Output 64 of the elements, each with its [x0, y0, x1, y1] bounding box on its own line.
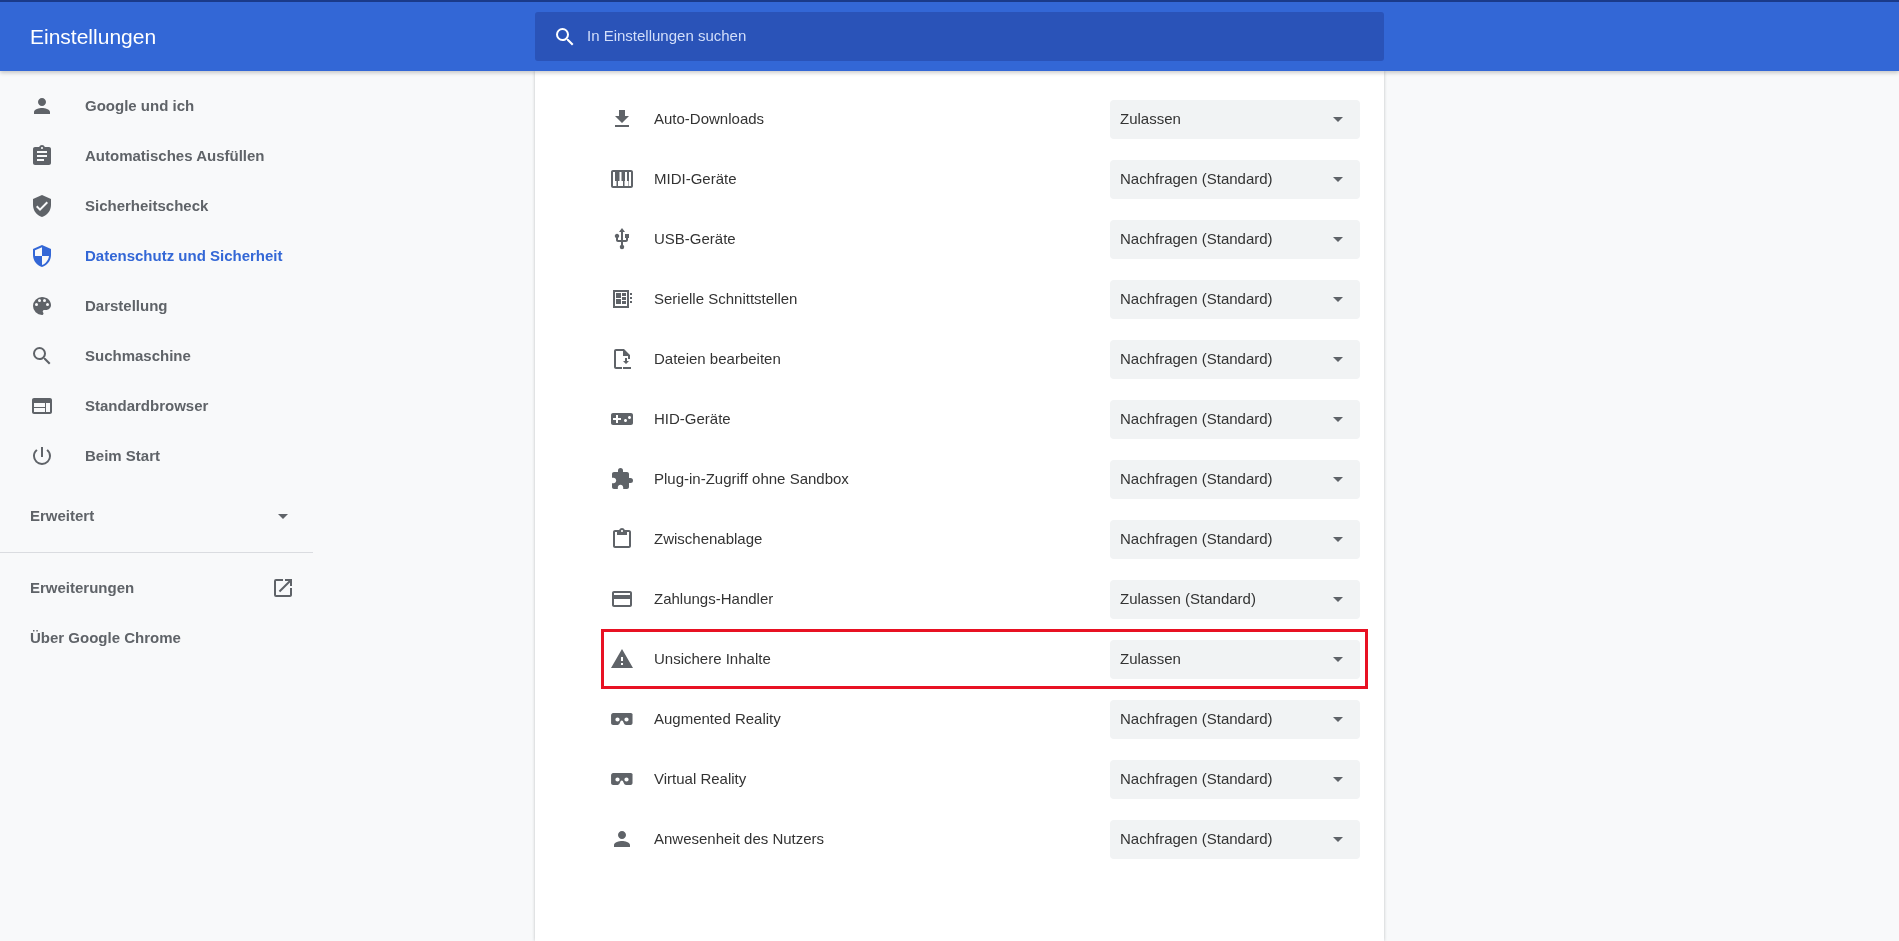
- sidebar-item[interactable]: Google und ich: [0, 81, 313, 131]
- setting-label: Zwischenablage: [654, 528, 764, 549]
- permission-dropdown[interactable]: Zulassen (Standard): [1110, 579, 1360, 619]
- setting-label: Zahlungs-Handler: [654, 588, 775, 609]
- setting-label: MIDI-Geräte: [654, 168, 738, 189]
- caret-icon: [1333, 536, 1343, 542]
- sidebar-link[interactable]: Über Google Chrome: [0, 613, 313, 663]
- setting-label: Plug-in-Zugriff ohne Sandbox: [654, 468, 850, 489]
- caret-icon: [1333, 356, 1343, 362]
- permission-dropdown[interactable]: Zulassen: [1110, 639, 1360, 679]
- external-link-icon: [271, 576, 295, 600]
- permission-dropdown[interactable]: Nachfragen (Standard): [1110, 159, 1360, 199]
- permission-dropdown[interactable]: Zulassen: [1110, 99, 1360, 139]
- permission-dropdown[interactable]: Nachfragen (Standard): [1110, 399, 1360, 439]
- setting-label: Dateien bearbeiten: [654, 348, 782, 369]
- puzzle-icon: [610, 467, 634, 491]
- setting-label: Serielle Schnittstellen: [654, 288, 799, 309]
- caret-icon: [1333, 476, 1343, 482]
- permission-dropdown[interactable]: Nachfragen (Standard): [1110, 459, 1360, 499]
- sidebar-item[interactable]: Beim Start: [0, 431, 313, 481]
- caret-icon: [1333, 416, 1343, 422]
- search-field[interactable]: In Einstellungen suchen: [585, 24, 1384, 49]
- chip-icon: [610, 287, 634, 311]
- caret-icon: [1333, 596, 1343, 602]
- shield-icon: [30, 244, 54, 268]
- clipboard-icon: [610, 527, 634, 551]
- permission-dropdown[interactable]: Nachfragen (Standard): [1110, 819, 1360, 859]
- setting-label: USB-Geräte: [654, 228, 737, 249]
- sidebar-item[interactable]: Suchmaschine: [0, 331, 313, 381]
- caret-icon: [1333, 236, 1343, 242]
- sidebar-item[interactable]: Darstellung: [0, 281, 313, 331]
- permission-dropdown[interactable]: Nachfragen (Standard): [1110, 279, 1360, 319]
- setting-label: HID-Geräte: [654, 408, 732, 429]
- page-title: Einstellungen: [29, 23, 158, 50]
- sidebar-link[interactable]: Erweiterungen: [0, 563, 313, 613]
- caret-icon: [1333, 656, 1343, 662]
- caret-icon: [1333, 296, 1343, 302]
- permission-dropdown[interactable]: Nachfragen (Standard): [1110, 219, 1360, 259]
- permission-dropdown[interactable]: Nachfragen (Standard): [1110, 759, 1360, 799]
- caret-icon: [1333, 116, 1343, 122]
- advanced-toggle[interactable]: Erweitert: [0, 491, 313, 541]
- caret-icon: [1333, 716, 1343, 722]
- setting-label: Auto-Downloads: [654, 108, 766, 129]
- sidebar-item[interactable]: Sicherheitscheck: [0, 181, 313, 231]
- setting-label: Unsichere Inhalte: [654, 648, 772, 669]
- power-icon: [30, 444, 54, 468]
- warning-icon: [610, 647, 634, 671]
- piano-icon: [610, 167, 634, 191]
- sidebar-item[interactable]: Automatisches Ausfüllen: [0, 131, 313, 181]
- permission-dropdown[interactable]: Nachfragen (Standard): [1110, 699, 1360, 739]
- caret-icon: [1333, 776, 1343, 782]
- caret-icon: [1333, 836, 1343, 842]
- setting-label: Virtual Reality: [654, 768, 748, 789]
- permission-dropdown[interactable]: Nachfragen (Standard): [1110, 339, 1360, 379]
- search-bar[interactable]: In Einstellungen suchen: [535, 12, 1384, 61]
- sidebar-item[interactable]: Datenschutz und Sicherheit: [0, 231, 313, 281]
- palette-icon: [30, 294, 54, 318]
- setting-label: Augmented Reality: [654, 708, 782, 729]
- setting-label: Anwesenheit des Nutzers: [654, 828, 826, 849]
- clipboard-icon: [30, 144, 54, 168]
- permission-dropdown[interactable]: Nachfragen (Standard): [1110, 519, 1360, 559]
- caret-icon: [1333, 176, 1343, 182]
- sidebar-item[interactable]: Standardbrowser: [0, 381, 313, 431]
- shield-check-icon: [30, 194, 54, 218]
